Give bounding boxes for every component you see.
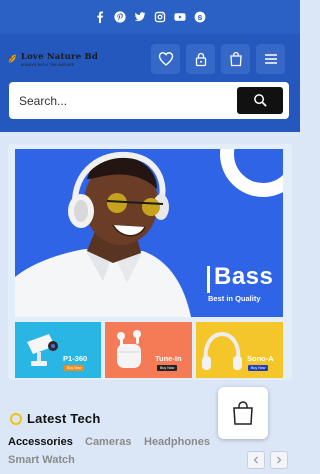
tab-smart-watch[interactable]: Smart Watch xyxy=(8,454,75,466)
hero-man-image xyxy=(15,151,191,317)
tile-p1-360[interactable]: P1-360 Buy Now xyxy=(15,322,101,378)
tile-name: Sono-A xyxy=(247,354,274,363)
youtube-icon[interactable] xyxy=(174,11,186,23)
heart-icon xyxy=(158,52,173,66)
section-marker-icon xyxy=(10,413,22,425)
search-bar xyxy=(9,82,289,119)
login-button[interactable] xyxy=(186,44,215,74)
lock-icon xyxy=(195,52,206,67)
headphones-image xyxy=(202,332,242,370)
tile-name: Tune-In xyxy=(155,354,182,363)
earbuds-image xyxy=(117,330,141,368)
site-header: Love Nature Bd ALWAYS WITH THE NATURE xyxy=(0,34,300,132)
logo-text: Love Nature Bd xyxy=(20,51,98,62)
chevron-left-icon xyxy=(253,456,258,464)
menu-button[interactable] xyxy=(256,44,285,74)
search-input[interactable] xyxy=(19,82,229,119)
logo-leaf-icon xyxy=(9,54,16,63)
menu-icon xyxy=(264,54,277,64)
logo-tagline: ALWAYS WITH THE NATURE xyxy=(20,62,75,67)
tab-accessories[interactable]: Accessories xyxy=(8,436,73,448)
cart-button[interactable] xyxy=(221,44,250,74)
product-tiles: P1-360 Buy Now Tune-In Buy Now Sono-A Bu… xyxy=(15,322,283,378)
pinterest-icon[interactable] xyxy=(114,11,126,23)
logo[interactable]: Love Nature Bd ALWAYS WITH THE NATURE xyxy=(8,48,98,70)
tile-tune-in[interactable]: Tune-In Buy Now xyxy=(105,322,192,378)
hero-banner[interactable]: Bass Best in Quality xyxy=(15,149,283,317)
instagram-icon[interactable] xyxy=(154,11,166,23)
tile-sono-a[interactable]: Sono-A Buy Now xyxy=(196,322,283,378)
next-button[interactable] xyxy=(270,451,288,469)
hero-title: Bass xyxy=(214,263,274,290)
floating-cart-button[interactable] xyxy=(218,387,268,439)
chevron-right-icon xyxy=(277,456,282,464)
tile-buy-button[interactable]: Buy Now xyxy=(157,365,178,371)
tile-buy-button[interactable]: Buy Now xyxy=(248,365,269,371)
shopping-bag-icon xyxy=(229,51,242,67)
tile-name: P1-360 xyxy=(63,354,88,363)
facebook-icon[interactable] xyxy=(94,11,106,23)
hero-title-bar xyxy=(207,266,210,293)
shopping-bag-icon xyxy=(233,401,253,425)
search-button[interactable] xyxy=(237,87,283,114)
section-title: Latest Tech xyxy=(27,411,101,426)
twitter-icon[interactable] xyxy=(134,11,146,23)
search-icon xyxy=(253,94,267,107)
skype-icon[interactable] xyxy=(194,11,206,23)
tab-cameras[interactable]: Cameras xyxy=(85,436,131,448)
security-camera-image xyxy=(27,334,58,366)
prev-button[interactable] xyxy=(247,451,265,469)
wishlist-button[interactable] xyxy=(151,44,180,74)
tab-headphones[interactable]: Headphones xyxy=(144,436,210,448)
social-bar xyxy=(0,0,300,34)
hero-subtitle: Best in Quality xyxy=(208,294,261,303)
tile-buy-button[interactable]: Buy Now xyxy=(64,365,85,371)
